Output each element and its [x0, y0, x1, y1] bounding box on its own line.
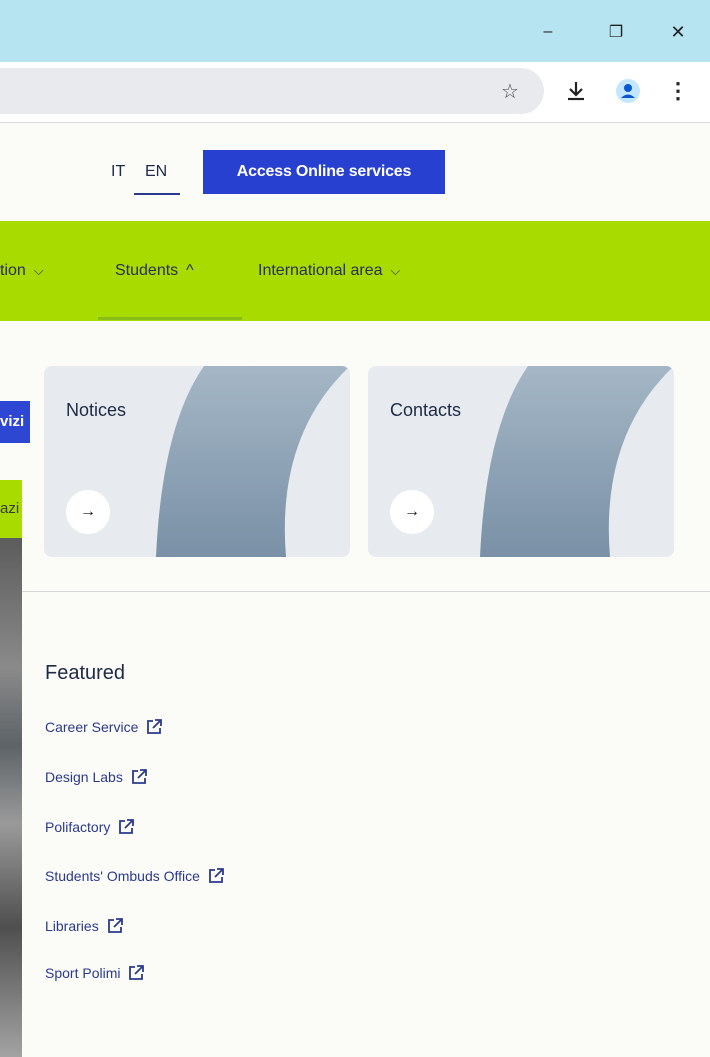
featured-heading: Featured — [45, 662, 126, 684]
access-online-services-button[interactable]: Access Online services — [203, 150, 445, 194]
close-window-button[interactable]: ✕ — [660, 14, 696, 50]
nav-item-label: tion — [0, 262, 26, 279]
featured-link-polifactory[interactable]: Polifactory — [45, 817, 136, 837]
active-nav-underline — [98, 317, 242, 320]
active-language-underline — [134, 193, 180, 195]
notices-card[interactable]: Notices → — [44, 366, 350, 557]
restore-icon: ❐ — [608, 24, 624, 41]
chevron-down-icon: ⌵ — [390, 263, 401, 278]
minimize-button[interactable]: – — [530, 14, 566, 50]
language-en-link[interactable]: EN — [145, 163, 167, 181]
external-link-icon — [131, 769, 147, 784]
featured-link-students-ombuds-office[interactable]: Students' Ombuds Office — [45, 866, 226, 886]
nav-item-label: International area — [258, 262, 383, 279]
card-title: Notices — [66, 400, 127, 420]
card-title: Contacts — [390, 400, 462, 420]
download-icon[interactable] — [563, 78, 589, 104]
restore-button[interactable]: ❐ — [598, 14, 634, 50]
language-it-link[interactable]: IT — [111, 163, 125, 181]
contacts-card[interactable]: Contacts → — [368, 366, 674, 557]
featured-link-design-labs[interactable]: Design Labs — [45, 767, 149, 787]
external-link-icon — [107, 918, 123, 933]
nav-item-label: Students — [115, 262, 179, 279]
external-link-icon — [209, 868, 224, 883]
chevron-down-icon: ⌵ — [33, 263, 44, 278]
bookmark-star-icon[interactable]: ☆ — [498, 80, 522, 104]
browser-menu-icon[interactable]: ⋮ — [666, 78, 690, 104]
link-label: Sport Polimi — [45, 965, 121, 981]
link-label: Libraries — [45, 918, 99, 934]
arrow-right-icon[interactable]: → — [66, 490, 110, 534]
nav-item-international-area[interactable]: International area ⌵ — [258, 262, 400, 280]
background-page-button: vizi — [0, 401, 30, 443]
address-bar[interactable] — [0, 68, 544, 114]
arrow-right-icon[interactable]: → — [390, 490, 434, 534]
featured-link-sport-polimi[interactable]: Sport Polimi — [45, 963, 146, 983]
nav-item-students[interactable]: Students ^ — [115, 262, 194, 280]
external-link-icon — [129, 965, 145, 980]
close-icon: ✕ — [670, 21, 686, 42]
link-label: Career Service — [45, 719, 139, 735]
featured-link-libraries[interactable]: Libraries — [45, 916, 125, 936]
link-label: Students' Ombuds Office — [45, 868, 200, 884]
profile-avatar-icon[interactable] — [615, 78, 641, 104]
background-page-banner: azi — [0, 480, 22, 538]
link-label: Design Labs — [45, 769, 123, 785]
chevron-up-icon: ^ — [186, 262, 194, 279]
section-divider — [22, 591, 710, 592]
background-page-photo — [0, 538, 22, 1057]
featured-link-career-service[interactable]: Career Service — [45, 717, 164, 737]
minimize-icon: – — [543, 23, 553, 40]
nav-item-education[interactable]: tion ⌵ — [0, 262, 44, 280]
external-link-icon — [147, 719, 163, 734]
link-label: Polifactory — [45, 819, 111, 835]
external-link-icon — [119, 819, 135, 834]
